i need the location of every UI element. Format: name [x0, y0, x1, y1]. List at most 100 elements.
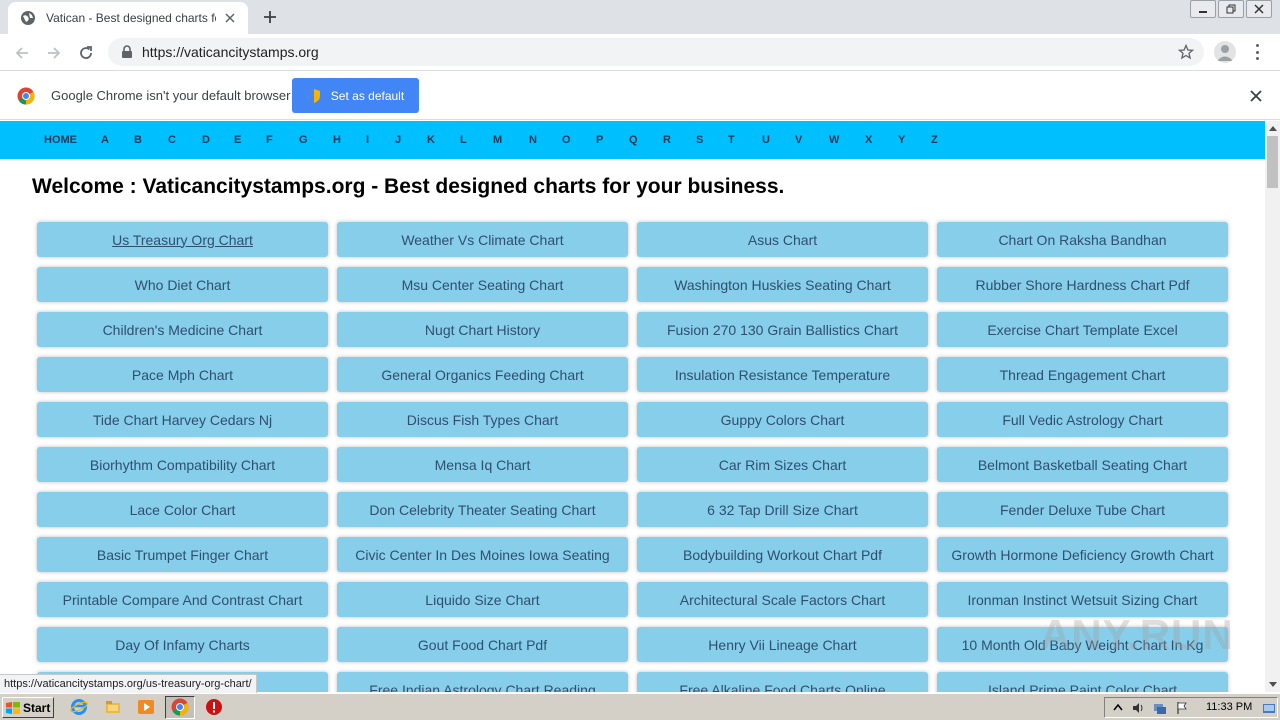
chart-link-button[interactable]: Lace Color Chart: [37, 492, 328, 527]
chart-link-button[interactable]: Growth Hormone Deficiency Growth Chart: [937, 537, 1228, 572]
nav-letter-c[interactable]: C: [168, 134, 176, 146]
internet-explorer-icon[interactable]: [70, 698, 88, 716]
nav-letter-k[interactable]: K: [427, 134, 435, 146]
close-tab-icon[interactable]: [222, 10, 238, 26]
action-center-flag-icon[interactable]: [1175, 701, 1189, 715]
address-bar[interactable]: https://vaticancitystamps.org: [108, 38, 1204, 66]
close-infobar-icon[interactable]: [1248, 88, 1264, 104]
volume-icon[interactable]: [1131, 701, 1145, 715]
start-button[interactable]: Start: [2, 697, 54, 718]
chart-link-button[interactable]: Rubber Shore Hardness Chart Pdf: [937, 267, 1228, 302]
chart-link-button[interactable]: Fusion 270 130 Grain Ballistics Chart: [637, 312, 928, 347]
chart-link-button[interactable]: Don Celebrity Theater Seating Chart: [337, 492, 628, 527]
chart-link-button[interactable]: Weather Vs Climate Chart: [337, 222, 628, 257]
chart-link-button[interactable]: Car Rim Sizes Chart: [637, 447, 928, 482]
chart-link-button[interactable]: Chart On Raksha Bandhan: [937, 222, 1228, 257]
minimize-icon[interactable]: [1190, 0, 1216, 18]
show-desktop-icon[interactable]: [1262, 701, 1276, 715]
scroll-thumb[interactable]: [1267, 136, 1278, 188]
chart-link-button[interactable]: Basic Trumpet Finger Chart: [37, 537, 328, 572]
chart-link-button[interactable]: Free Indian Astrology Chart Reading: [337, 672, 628, 692]
nav-home-link[interactable]: HOME: [44, 134, 77, 146]
chart-link-button[interactable]: Asus Chart: [637, 222, 928, 257]
file-explorer-icon[interactable]: [104, 698, 122, 716]
nav-letter-e[interactable]: E: [234, 134, 241, 146]
nav-letter-v[interactable]: V: [795, 134, 802, 146]
chart-link-button[interactable]: Printable Compare And Contrast Chart: [37, 582, 328, 617]
chart-link-button[interactable]: Guppy Colors Chart: [637, 402, 928, 437]
chart-link-button[interactable]: Nugt Chart History: [337, 312, 628, 347]
bookmark-star-icon[interactable]: [1178, 44, 1194, 60]
chart-link-button[interactable]: Biorhythm Compatibility Chart: [37, 447, 328, 482]
nav-letter-i[interactable]: I: [366, 134, 369, 146]
nav-letter-n[interactable]: N: [529, 134, 537, 146]
chart-link-button[interactable]: Msu Center Seating Chart: [337, 267, 628, 302]
browser-tab[interactable]: Vatican - Best designed charts for your …: [8, 2, 248, 34]
restore-icon[interactable]: [1218, 0, 1244, 18]
chart-link-button[interactable]: Children's Medicine Chart: [37, 312, 328, 347]
back-arrow-icon[interactable]: [9, 40, 35, 66]
nav-letter-m[interactable]: M: [493, 134, 502, 146]
kebab-menu-icon[interactable]: [1252, 42, 1262, 62]
nav-letter-u[interactable]: U: [762, 134, 770, 146]
chart-link-button[interactable]: Gout Food Chart Pdf: [337, 627, 628, 662]
taskbar-clock[interactable]: 11:33 PM: [1206, 701, 1252, 713]
set-as-default-label: Set as default: [330, 88, 405, 103]
chart-link-button[interactable]: General Organics Feeding Chart: [337, 357, 628, 392]
chart-link-button[interactable]: Pace Mph Chart: [37, 357, 328, 392]
chart-link-button[interactable]: Fender Deluxe Tube Chart: [937, 492, 1228, 527]
vertical-scrollbar[interactable]: [1265, 121, 1280, 692]
nav-letter-t[interactable]: T: [728, 134, 735, 146]
nav-letter-z[interactable]: Z: [931, 134, 938, 146]
reload-icon[interactable]: [73, 40, 99, 66]
nav-letter-l[interactable]: L: [460, 134, 467, 146]
nav-letter-w[interactable]: W: [829, 134, 839, 146]
chart-link-button[interactable]: Henry Vii Lineage Chart: [637, 627, 928, 662]
chart-link-button[interactable]: Discus Fish Types Chart: [337, 402, 628, 437]
scroll-up-arrow-icon[interactable]: [1265, 121, 1280, 135]
chart-link-button[interactable]: Washington Huskies Seating Chart: [637, 267, 928, 302]
nav-letter-f[interactable]: F: [266, 134, 273, 146]
chart-link-button[interactable]: Exercise Chart Template Excel: [937, 312, 1228, 347]
nav-letter-a[interactable]: A: [101, 134, 109, 146]
chart-link-button[interactable]: Free Alkaline Food Charts Online: [637, 672, 928, 692]
new-tab-icon[interactable]: [258, 6, 282, 28]
chart-link-button[interactable]: Liquido Size Chart: [337, 582, 628, 617]
page-content: HOME A B C D E F G H I J K L M N O P Q R S T U V W X Y Z Welcome …: [0, 121, 1265, 692]
stop-sign-app-icon[interactable]: [205, 698, 223, 716]
nav-letter-j[interactable]: J: [395, 134, 401, 146]
chart-link-button[interactable]: Island Prime Paint Color Chart: [937, 672, 1228, 692]
chart-link-button[interactable]: 6 32 Tap Drill Size Chart: [637, 492, 928, 527]
profile-avatar-icon[interactable]: [1214, 41, 1236, 63]
chart-link-button[interactable]: Us Treasury Org Chart: [37, 222, 328, 257]
forward-arrow-icon[interactable]: [41, 40, 67, 66]
chart-link-button[interactable]: Full Vedic Astrology Chart: [937, 402, 1228, 437]
network-icon[interactable]: [1153, 701, 1167, 715]
set-as-default-button[interactable]: Set as default: [292, 78, 419, 113]
nav-letter-y[interactable]: Y: [898, 134, 905, 146]
nav-letter-q[interactable]: Q: [629, 134, 638, 146]
chart-link-button[interactable]: Who Diet Chart: [37, 267, 328, 302]
chart-link-button[interactable]: Civic Center In Des Moines Iowa Seating: [337, 537, 628, 572]
chart-link-button[interactable]: Mensa Iq Chart: [337, 447, 628, 482]
chart-link-button[interactable]: Bodybuilding Workout Chart Pdf: [637, 537, 928, 572]
scroll-down-arrow-icon[interactable]: [1265, 678, 1280, 692]
nav-letter-g[interactable]: G: [299, 134, 308, 146]
chart-link-button[interactable]: Insulation Resistance Temperature: [637, 357, 928, 392]
close-window-icon[interactable]: [1246, 0, 1272, 18]
nav-letter-b[interactable]: B: [134, 134, 142, 146]
tray-expand-icon[interactable]: [1111, 701, 1125, 715]
nav-letter-d[interactable]: D: [202, 134, 210, 146]
nav-letter-h[interactable]: H: [333, 134, 341, 146]
nav-letter-p[interactable]: P: [596, 134, 603, 146]
chart-link-button[interactable]: Thread Engagement Chart: [937, 357, 1228, 392]
chart-link-button[interactable]: Belmont Basketball Seating Chart: [937, 447, 1228, 482]
nav-letter-x[interactable]: X: [865, 134, 872, 146]
chart-link-button[interactable]: Architectural Scale Factors Chart: [637, 582, 928, 617]
chart-link-button[interactable]: Day Of Infamy Charts: [37, 627, 328, 662]
media-player-icon[interactable]: [137, 698, 155, 716]
nav-letter-s[interactable]: S: [696, 134, 703, 146]
chart-link-button[interactable]: Tide Chart Harvey Cedars Nj: [37, 402, 328, 437]
nav-letter-r[interactable]: R: [663, 134, 671, 146]
nav-letter-o[interactable]: O: [562, 134, 571, 146]
